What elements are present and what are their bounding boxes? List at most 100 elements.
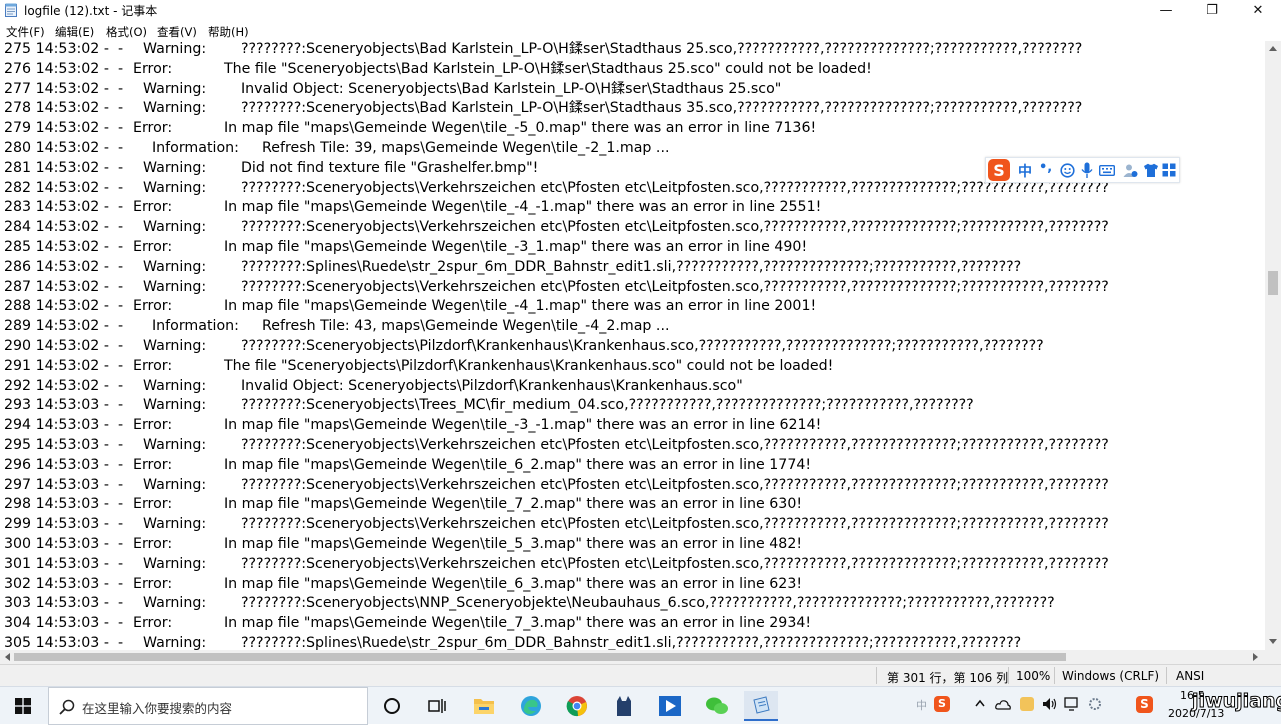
app-tray-icon[interactable] [1020,697,1034,711]
log-line-level: Warning: [143,80,207,97]
log-line-message: In map file "maps\Gemeinde Wegen\tile_-5… [224,120,817,137]
grid-icon[interactable] [1162,163,1176,177]
log-line-message: ????????:Sceneryobjects\Verkehrszeichen … [241,219,1109,236]
horizontal-scroll-thumb[interactable] [14,653,1066,661]
maximize-button[interactable]: ❐ [1189,0,1235,21]
log-line-message: ????????:Splines\Ruede\str_2spur_6m_DDR_… [241,258,1022,275]
restore-icon: ❐ [1206,3,1218,18]
windows-start-icon[interactable] [15,698,31,714]
log-line-message: ????????:Sceneryobjects\Bad Karlstein_LP… [241,41,1083,57]
watermark: jiwujiang [1191,690,1281,713]
keyboard-icon[interactable] [1099,165,1115,176]
close-button[interactable]: ✕ [1235,0,1281,21]
cortana-icon [384,698,400,714]
scrollbar-corner [1265,650,1281,664]
mic-icon[interactable] [1081,162,1093,179]
encoding: ANSI [1176,669,1205,683]
log-line-level: Error: [133,417,173,434]
log-line-prefix: 280 14:53:02 - - [4,140,124,156]
minimize-button[interactable]: — [1143,0,1189,21]
cat-app-icon [617,696,631,716]
log-line-level: Warning: [143,595,207,612]
tray-ime-lang[interactable]: 中 [916,697,927,713]
log-line-message: In map file "maps\Gemeinde Wegen\tile_-4… [224,298,817,315]
log-line-message: Refresh Tile: 39, maps\Gemeinde Wegen\ti… [262,140,670,156]
game-app-button[interactable] [607,691,641,721]
log-line-message: ????????:Sceneryobjects\NNP_Sceneryobjek… [241,595,1055,612]
user-icon[interactable] [1123,163,1138,178]
status-separator [1008,667,1009,684]
taskbar: 在这里输入你要搜索的内容 中 S S [0,686,1281,725]
log-line-level: Warning: [143,635,207,650]
log-line-prefix: 297 14:53:03 - - [4,476,124,493]
network-icon[interactable] [1064,697,1080,711]
log-line-message: Invalid Object: Sceneryobjects\Bad Karls… [241,80,782,97]
log-line-message: In map file "maps\Gemeinde Wegen\tile_7_… [224,615,812,632]
ime-toolbar[interactable]: S 中 •, [985,157,1180,183]
log-line-level: Warning: [143,159,207,176]
menu-file[interactable]: 文件(F) [6,24,45,40]
notepad-taskbar-button[interactable] [744,691,778,721]
volume-icon[interactable] [1042,697,1058,711]
sogou-logo-icon[interactable]: S [988,159,1010,181]
log-line-level: Warning: [143,278,207,295]
log-line-level: Warning: [143,555,207,572]
log-line-prefix: 295 14:53:03 - - [4,437,124,453]
log-line-prefix: 296 14:53:03 - - [4,456,124,473]
settings-tray-icon[interactable] [1088,697,1102,711]
ime-punctuation[interactable]: •, [1039,160,1052,175]
title-bar[interactable]: logfile (12).txt - 记事本 — ❐ ✕ [0,0,1281,21]
menu-format[interactable]: 格式(O) [106,24,147,40]
log-line-prefix: 277 14:53:02 - - [4,80,124,97]
folder-icon [474,699,494,714]
onedrive-icon[interactable] [995,698,1011,710]
scroll-up-icon[interactable] [1269,45,1277,51]
log-line-level: Warning: [143,338,207,354]
vertical-scroll-thumb[interactable] [1268,271,1278,295]
search-placeholder: 在这里输入你要搜索的内容 [82,701,233,716]
log-line-level: Warning: [143,41,207,57]
file-explorer-button[interactable] [467,691,501,721]
wechat-button[interactable] [700,691,734,721]
media-player-button[interactable] [653,691,687,721]
log-line-message: ????????:Sceneryobjects\Verkehrszeichen … [241,179,1109,196]
log-line-level: Error: [133,615,173,632]
menu-edit[interactable]: 编辑(E) [55,24,94,40]
notepad-icon [753,696,770,714]
chevron-up-icon[interactable] [975,699,985,707]
log-line-level: Error: [133,239,173,255]
wechat-icon [706,697,728,714]
log-line-prefix: 303 14:53:03 - - [4,595,124,612]
log-line-prefix: 283 14:53:02 - - [4,199,124,216]
vertical-scrollbar[interactable] [1265,41,1281,650]
horizontal-scrollbar[interactable] [0,650,1265,664]
ime-chinese-mode[interactable]: 中 [1018,161,1032,181]
log-line-prefix: 278 14:53:02 - - [4,100,124,117]
log-line-prefix: 304 14:53:03 - - [4,615,124,632]
smiley-icon[interactable] [1060,163,1075,178]
menu-help[interactable]: 帮助(H) [208,24,249,40]
chrome-icon [566,696,587,717]
scroll-left-icon[interactable] [4,653,10,661]
log-line-message: The file "Sceneryobjects\Pilzdorf\Kranke… [224,357,834,374]
task-view-button[interactable] [420,691,454,721]
menu-view[interactable]: 查看(V) [157,24,197,40]
edge-button[interactable] [514,691,548,721]
log-line-prefix: 281 14:53:02 - - [4,159,124,176]
log-line-message: In map file "maps\Gemeinde Wegen\tile_-4… [224,199,822,216]
scroll-down-icon[interactable] [1269,639,1277,645]
cortana-button[interactable] [375,691,409,721]
sogou-input-icon[interactable]: S [1136,696,1153,713]
log-line-prefix: 292 14:53:02 - - [4,377,124,394]
shirt-icon[interactable] [1143,163,1159,178]
sogou-tray-icon[interactable]: S [934,696,950,712]
log-line-prefix: 276 14:53:02 - - [4,60,124,77]
chrome-button[interactable] [560,691,594,721]
status-bar: 第 301 行，第 106 列 100% Windows (CRLF) ANSI [0,664,1281,686]
log-line-level: Error: [133,536,173,552]
close-icon: ✕ [1252,3,1264,18]
scroll-right-icon[interactable] [1253,653,1259,661]
text-editor[interactable]: 275 14:53:02 - - Warning: ????????:Scenery… [0,41,1265,650]
log-line-message: ????????:Sceneryobjects\Trees_MC\fir_med… [241,397,974,414]
log-line-level: Warning: [143,397,207,414]
